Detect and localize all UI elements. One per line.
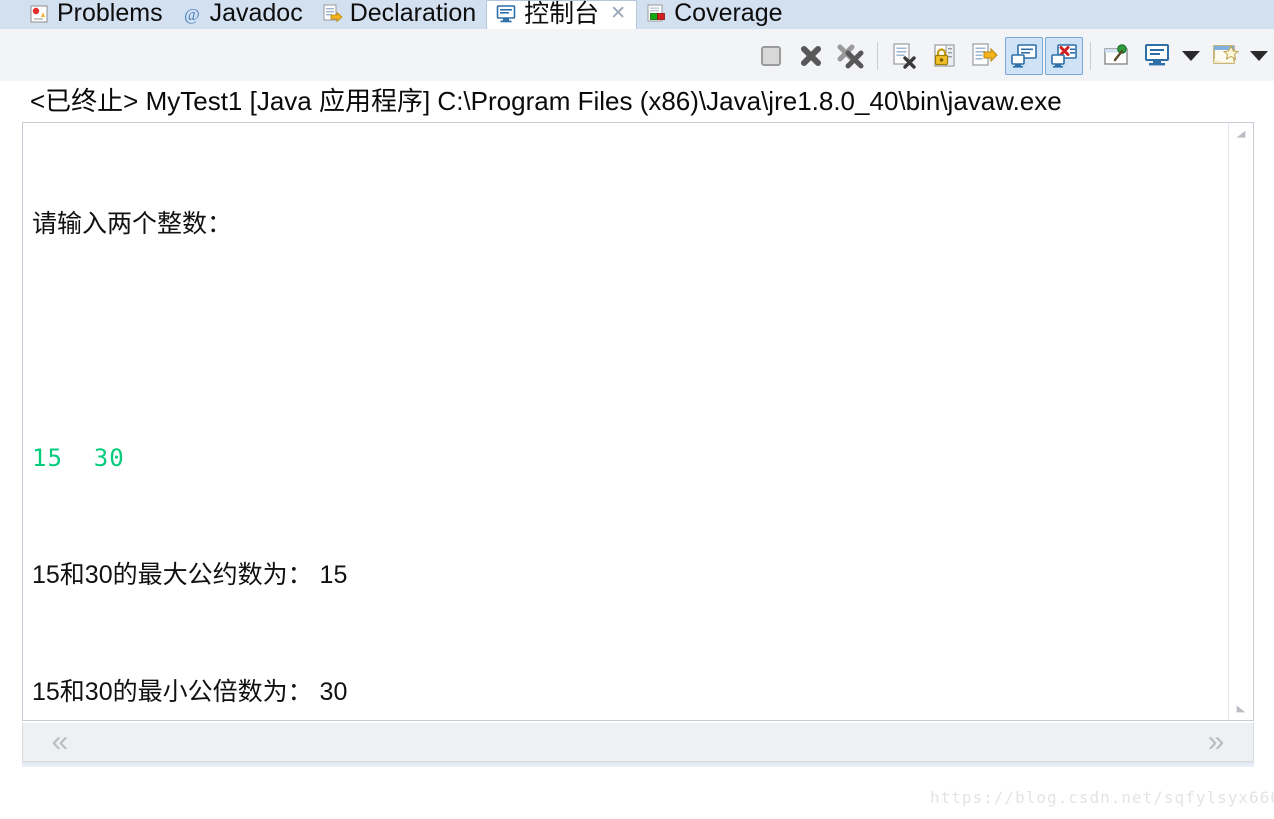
console-icon xyxy=(495,3,517,25)
remove-x-icon xyxy=(801,46,821,66)
tab-label: Javadoc xyxy=(209,0,303,27)
word-wrap-button[interactable] xyxy=(965,37,1003,75)
toolbar-separator xyxy=(877,42,878,70)
tab-label: Declaration xyxy=(349,0,477,27)
toolbar-separator-2 xyxy=(1090,42,1091,70)
remove-all-xx-icon xyxy=(837,44,864,69)
eclipse-console-view: Problems @ Javadoc Declaration 控制台 ✕ Cov… xyxy=(0,0,1274,819)
open-console-dropdown[interactable] xyxy=(1246,37,1272,75)
show-console-output-icon xyxy=(1011,44,1037,68)
console-line: 15和30的最小公倍数为： 30 xyxy=(32,678,348,706)
word-wrap-icon xyxy=(972,43,998,66)
clear-console-icon xyxy=(893,43,916,69)
tab-label: Coverage xyxy=(674,0,783,27)
display-console-icon xyxy=(1145,44,1169,66)
console-line: 请输入两个整数： xyxy=(32,210,233,238)
process-description: <已终止> MyTest1 [Java 应用程序] C:\Program Fil… xyxy=(30,86,1062,116)
console-text: 请输入两个整数： 15 30 15和30的最大公约数为： 15 15和30的最小… xyxy=(32,127,1227,790)
chevron-down-icon xyxy=(1182,51,1200,61)
console-toolbar xyxy=(0,29,1274,82)
pin-icon xyxy=(1104,44,1128,65)
scroll-right-arrow[interactable]: » xyxy=(1193,723,1239,761)
coverage-icon xyxy=(645,3,667,25)
open-console-button[interactable] xyxy=(1206,37,1244,75)
tab-label: 控制台 xyxy=(524,0,600,28)
stop-square-icon xyxy=(761,46,781,66)
view-tab-bar: Problems @ Javadoc Declaration 控制台 ✕ Cov… xyxy=(0,0,1274,29)
clear-console-button[interactable] xyxy=(885,37,923,75)
scroll-down-arrow[interactable] xyxy=(1229,696,1253,720)
arrow-up-icon xyxy=(1236,130,1246,138)
pin-console-button[interactable] xyxy=(1098,37,1136,75)
console-panel: <已终止> MyTest1 [Java 应用程序] C:\Program Fil… xyxy=(22,81,1254,762)
javadoc-at-icon: @ xyxy=(181,3,203,25)
watermark: https://blog.csdn.net/sqfylsyx666 xyxy=(930,788,1274,807)
show-console-on-error-button[interactable] xyxy=(1045,37,1083,75)
display-selected-console-button[interactable] xyxy=(1138,37,1176,75)
problems-icon xyxy=(28,3,50,25)
scroll-left-arrow[interactable]: « xyxy=(37,723,83,761)
terminate-button[interactable] xyxy=(752,37,790,75)
svg-text:@: @ xyxy=(184,5,200,24)
close-icon[interactable]: ✕ xyxy=(610,2,626,25)
scroll-lock-icon xyxy=(934,44,955,67)
show-console-on-output-button[interactable] xyxy=(1005,37,1043,75)
new-console-icon xyxy=(1213,44,1240,64)
scroll-up-arrow[interactable] xyxy=(1229,123,1253,147)
arrow-down-icon xyxy=(1236,705,1246,713)
scroll-lock-button[interactable] xyxy=(925,37,963,75)
declaration-icon xyxy=(321,3,343,25)
tab-declaration[interactable]: Declaration xyxy=(313,0,486,29)
console-line-input: 15 30 xyxy=(32,444,125,472)
horizontal-scrollbar[interactable]: « » xyxy=(22,722,1254,762)
tab-coverage[interactable]: Coverage xyxy=(637,0,792,29)
show-console-error-icon xyxy=(1051,44,1077,68)
display-console-dropdown[interactable] xyxy=(1178,37,1204,75)
console-line: 15和30的最大公约数为： 15 xyxy=(32,561,348,589)
vertical-scrollbar[interactable] xyxy=(1228,123,1253,720)
tab-javadoc[interactable]: @ Javadoc xyxy=(173,0,313,29)
remove-launch-button[interactable] xyxy=(792,37,830,75)
tab-problems[interactable]: Problems xyxy=(0,0,173,29)
chevron-down-icon-2 xyxy=(1250,51,1268,61)
panel-bottom-edge xyxy=(22,762,1254,767)
tab-label: Problems xyxy=(57,0,163,27)
remove-all-terminated-button[interactable] xyxy=(832,37,870,75)
tab-console[interactable]: 控制台 ✕ xyxy=(486,0,638,29)
console-output-area[interactable]: 请输入两个整数： 15 30 15和30的最大公约数为： 15 15和30的最小… xyxy=(22,122,1254,721)
